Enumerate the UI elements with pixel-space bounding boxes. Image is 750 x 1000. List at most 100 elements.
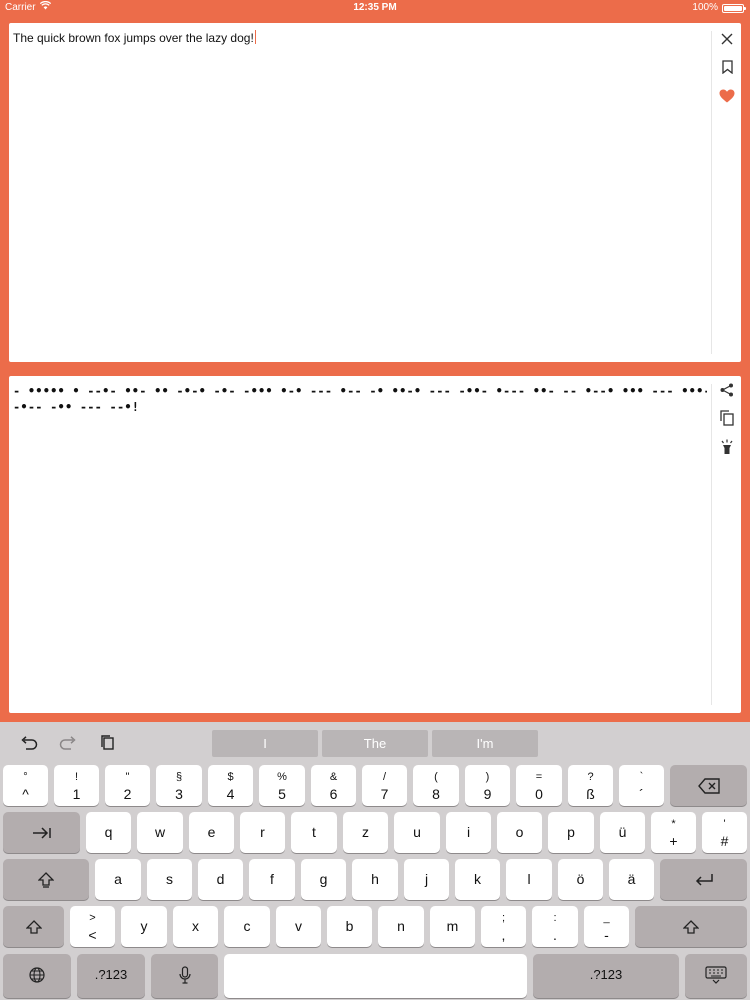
input-panel: The quick brown fox jumps over the lazy … xyxy=(9,23,741,362)
shift-left-key[interactable] xyxy=(3,906,64,947)
undo-icon[interactable] xyxy=(17,731,41,755)
key-m[interactable]: m xyxy=(430,906,475,947)
tab-key[interactable] xyxy=(3,812,80,853)
paste-icon[interactable] xyxy=(96,731,120,755)
key-e[interactable]: e xyxy=(189,812,234,853)
key-d[interactable]: d xyxy=(198,859,243,900)
key-u[interactable]: u xyxy=(394,812,440,853)
key-plus[interactable]: * + xyxy=(651,812,696,853)
close-icon[interactable] xyxy=(717,29,737,49)
copy-icon[interactable] xyxy=(717,408,737,428)
key-n[interactable]: n xyxy=(378,906,424,947)
key-w[interactable]: w xyxy=(137,812,183,853)
shift-right-key[interactable] xyxy=(635,906,747,947)
share-icon[interactable] xyxy=(717,380,737,400)
key-a-umlaut[interactable]: ä xyxy=(609,859,654,900)
flashlight-icon[interactable] xyxy=(717,437,737,457)
key-o-umlaut[interactable]: ö xyxy=(558,859,603,900)
key-f[interactable]: f xyxy=(249,859,295,900)
key-top: : xyxy=(553,912,557,924)
key-a[interactable]: a xyxy=(95,859,141,900)
key-eszett[interactable]: ? ß xyxy=(568,765,613,806)
suggestion-3[interactable]: I'm xyxy=(432,730,538,757)
key-top: " xyxy=(125,771,130,783)
numbers-key-left[interactable]: .?123 xyxy=(77,954,145,998)
key-q[interactable]: q xyxy=(86,812,131,853)
key-8[interactable]: (8 xyxy=(413,765,459,806)
key-2[interactable]: " 2 xyxy=(105,765,150,806)
key-z[interactable]: z xyxy=(343,812,388,853)
key-bottom: 7 xyxy=(380,786,389,802)
key-top: § xyxy=(175,771,183,783)
key-comma[interactable]: ;, xyxy=(481,906,526,947)
suggestion-1[interactable]: I xyxy=(212,730,318,757)
key-period[interactable]: :. xyxy=(532,906,578,947)
battery-percent: 100% xyxy=(692,2,718,13)
key-bottom: 9 xyxy=(483,786,492,802)
key-6[interactable]: & 6 xyxy=(311,765,356,806)
hide-keyboard-key[interactable] xyxy=(685,954,747,998)
key-0[interactable]: = 0 xyxy=(516,765,562,806)
key-s[interactable]: s xyxy=(147,859,192,900)
key-bottom: ^ xyxy=(22,786,29,802)
globe-icon xyxy=(29,966,45,983)
morse-output: - ••••• • --•- ••- •• -•-• -•- -••• •-• … xyxy=(9,376,711,713)
key-top: _ xyxy=(603,912,610,924)
key-bottom: 8 xyxy=(432,786,440,802)
key-bottom: - xyxy=(604,927,609,943)
key-k[interactable]: k xyxy=(455,859,500,900)
key-bottom: 0 xyxy=(535,786,543,802)
morse-line-2: -•-- -•• --- --•! xyxy=(13,400,140,414)
key-4[interactable]: $4 xyxy=(208,765,253,806)
key-5[interactable]: % 5 xyxy=(259,765,305,806)
key-9[interactable]: ) 9 xyxy=(465,765,510,806)
key-u-umlaut[interactable]: ü xyxy=(600,812,645,853)
dictation-key[interactable] xyxy=(151,954,218,998)
key-top: % xyxy=(277,771,287,783)
key-v[interactable]: v xyxy=(276,906,321,947)
key-top: & xyxy=(329,771,338,783)
numbers-key-right[interactable]: .?123 xyxy=(533,954,679,998)
key-top: ( xyxy=(434,771,438,783)
heart-icon[interactable] xyxy=(717,86,737,106)
battery-icon xyxy=(722,3,746,13)
input-text-area[interactable]: The quick brown fox jumps over the lazy … xyxy=(9,23,711,362)
key-g[interactable]: g xyxy=(301,859,346,900)
backspace-key[interactable] xyxy=(670,765,747,806)
return-key[interactable] xyxy=(660,859,747,900)
key-accent[interactable]: ` ´ xyxy=(619,765,664,806)
caps-lock-icon xyxy=(37,871,55,888)
key-top: $ xyxy=(227,771,234,783)
key-t[interactable]: t xyxy=(291,812,337,853)
space-bar[interactable] xyxy=(224,954,527,998)
caps-lock-key[interactable] xyxy=(3,859,89,900)
redo-icon[interactable] xyxy=(56,731,80,755)
key-j[interactable]: j xyxy=(404,859,449,900)
key-bottom: 4 xyxy=(226,786,235,802)
key-bottom: 5 xyxy=(278,786,286,802)
key-r[interactable]: r xyxy=(240,812,285,853)
key-o[interactable]: o xyxy=(497,812,542,853)
key-degree-caret[interactable]: ° ^ xyxy=(3,765,48,806)
key-7[interactable]: /7 xyxy=(362,765,407,806)
bookmark-icon[interactable] xyxy=(717,57,737,77)
key-p[interactable]: p xyxy=(548,812,594,853)
key-c[interactable]: c xyxy=(224,906,270,947)
key-bottom: 2 xyxy=(123,786,132,802)
key-y[interactable]: y xyxy=(121,906,167,947)
tab-icon xyxy=(32,824,52,840)
key-x[interactable]: x xyxy=(173,906,218,947)
key-top: ` xyxy=(639,771,644,783)
suggestion-2[interactable]: The xyxy=(322,730,428,757)
key-hyphen[interactable]: _ - xyxy=(584,906,629,947)
key-3[interactable]: § 3 xyxy=(156,765,202,806)
key-b[interactable]: b xyxy=(327,906,372,947)
key-1[interactable]: ! 1 xyxy=(54,765,99,806)
key-h[interactable]: h xyxy=(352,859,398,900)
globe-key[interactable] xyxy=(3,954,71,998)
key-hash[interactable]: ' # xyxy=(702,812,747,853)
key-top: / xyxy=(382,771,387,783)
key-less-greater[interactable]: > < xyxy=(70,906,115,947)
key-l[interactable]: l xyxy=(506,859,552,900)
key-i[interactable]: i xyxy=(446,812,491,853)
